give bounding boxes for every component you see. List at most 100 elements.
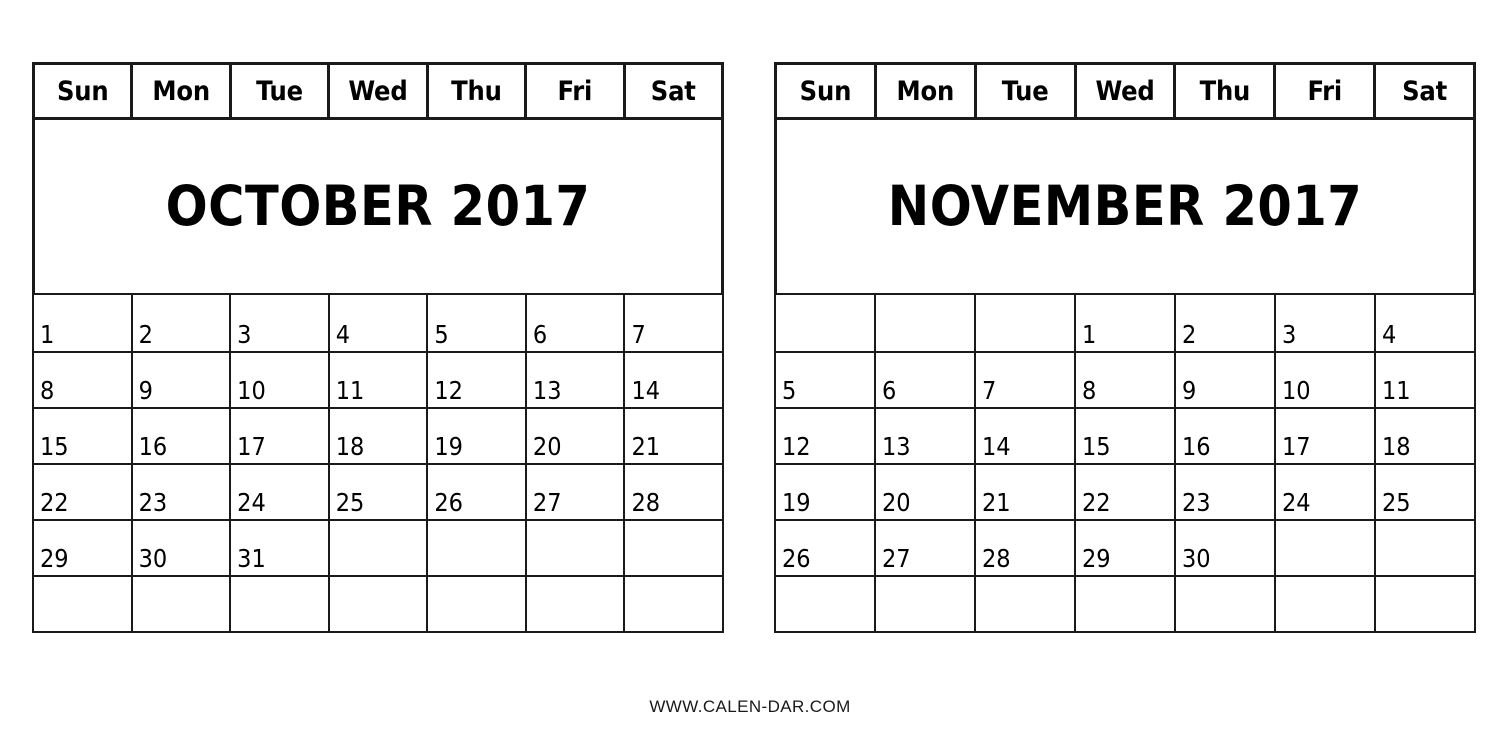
- day-cell[interactable]: [130, 577, 230, 631]
- day-cell[interactable]: 29: [34, 521, 131, 575]
- day-cell[interactable]: [874, 577, 974, 631]
- day-cell[interactable]: 9: [1174, 353, 1274, 407]
- day-cell[interactable]: 4: [327, 295, 427, 351]
- day-cell[interactable]: 1: [34, 295, 131, 351]
- day-cell[interactable]: 4: [1374, 295, 1474, 351]
- day-cell[interactable]: 26: [776, 521, 874, 575]
- day-cell[interactable]: 27: [874, 521, 974, 575]
- day-cell[interactable]: 3: [1274, 295, 1374, 351]
- day-cell[interactable]: [524, 577, 624, 631]
- day-number: 26: [782, 544, 811, 573]
- day-cell[interactable]: 20: [524, 409, 624, 463]
- day-number: 27: [532, 488, 562, 517]
- day-cell[interactable]: 17: [229, 409, 328, 463]
- day-cell[interactable]: 6: [874, 353, 974, 407]
- day-cell[interactable]: [229, 577, 328, 631]
- day-cell[interactable]: 5: [776, 353, 874, 407]
- day-cell[interactable]: [974, 577, 1074, 631]
- weekday-header-mon: Mon: [133, 65, 232, 117]
- day-cell[interactable]: 21: [623, 409, 723, 463]
- day-cell[interactable]: 25: [1374, 465, 1474, 519]
- day-cell[interactable]: 15: [1074, 409, 1174, 463]
- day-cell[interactable]: 14: [623, 353, 723, 407]
- day-number: 7: [631, 320, 646, 349]
- day-number: 22: [40, 488, 69, 517]
- week-row: 5 6 7 8 9 10 11: [776, 351, 1474, 407]
- day-cell[interactable]: 21: [974, 465, 1074, 519]
- day-cell[interactable]: 18: [1374, 409, 1474, 463]
- day-cell[interactable]: [874, 295, 974, 351]
- day-number: 6: [882, 376, 897, 405]
- day-cell[interactable]: 8: [1074, 353, 1174, 407]
- day-cell[interactable]: 10: [229, 353, 328, 407]
- day-cell[interactable]: 22: [1074, 465, 1174, 519]
- day-cell[interactable]: 8: [34, 353, 131, 407]
- day-cell[interactable]: [1074, 577, 1174, 631]
- day-cell[interactable]: 16: [130, 409, 230, 463]
- day-cell[interactable]: 13: [524, 353, 624, 407]
- day-cell[interactable]: 18: [327, 409, 427, 463]
- day-cell[interactable]: [1174, 577, 1274, 631]
- day-cell[interactable]: 20: [874, 465, 974, 519]
- month-title-november: NOVEMBER 2017: [887, 174, 1363, 238]
- week-row: 26 27 28 29 30: [776, 519, 1474, 575]
- day-cell[interactable]: 24: [1274, 465, 1374, 519]
- day-cell[interactable]: [974, 295, 1074, 351]
- day-cell[interactable]: 23: [1174, 465, 1274, 519]
- day-number: 13: [882, 432, 911, 461]
- day-cell[interactable]: 6: [524, 295, 624, 351]
- day-cell[interactable]: [426, 521, 525, 575]
- day-number: 23: [138, 488, 168, 517]
- day-cell[interactable]: 29: [1074, 521, 1174, 575]
- day-cell[interactable]: 28: [974, 521, 1074, 575]
- day-number: 29: [1082, 544, 1111, 573]
- day-cell[interactable]: [1274, 521, 1374, 575]
- day-cell[interactable]: [426, 577, 525, 631]
- day-cell[interactable]: 23: [130, 465, 230, 519]
- day-cell[interactable]: 22: [34, 465, 131, 519]
- day-cell[interactable]: [327, 521, 427, 575]
- day-cell[interactable]: 11: [1374, 353, 1474, 407]
- day-cell[interactable]: 28: [623, 465, 723, 519]
- day-cell[interactable]: 15: [34, 409, 131, 463]
- day-number: 4: [335, 320, 351, 349]
- day-cell[interactable]: [1274, 577, 1374, 631]
- day-cell[interactable]: 24: [229, 465, 328, 519]
- day-cell[interactable]: 19: [776, 465, 874, 519]
- day-cell[interactable]: 5: [426, 295, 525, 351]
- day-cell[interactable]: [327, 577, 427, 631]
- day-cell[interactable]: 16: [1174, 409, 1274, 463]
- day-cell[interactable]: 25: [327, 465, 427, 519]
- day-cell[interactable]: 9: [130, 353, 230, 407]
- day-cell[interactable]: 30: [1174, 521, 1274, 575]
- day-number: 30: [138, 544, 168, 573]
- day-cell[interactable]: 14: [974, 409, 1074, 463]
- day-cell[interactable]: [623, 521, 723, 575]
- day-cell[interactable]: 3: [229, 295, 328, 351]
- day-cell[interactable]: 31: [229, 521, 328, 575]
- day-cell[interactable]: 1: [1074, 295, 1174, 351]
- day-cell[interactable]: [1374, 577, 1474, 631]
- day-cell[interactable]: 13: [874, 409, 974, 463]
- day-cell[interactable]: 19: [426, 409, 525, 463]
- day-cell[interactable]: 12: [776, 409, 874, 463]
- day-cell[interactable]: 30: [130, 521, 230, 575]
- day-cell[interactable]: [623, 577, 723, 631]
- day-cell[interactable]: 10: [1274, 353, 1374, 407]
- day-cell[interactable]: 26: [426, 465, 525, 519]
- day-cell[interactable]: 2: [1174, 295, 1274, 351]
- day-cell[interactable]: [1374, 521, 1474, 575]
- day-cell[interactable]: 17: [1274, 409, 1374, 463]
- day-cell[interactable]: 12: [426, 353, 525, 407]
- day-cell[interactable]: 2: [130, 295, 230, 351]
- day-number: 19: [782, 488, 811, 517]
- day-cell[interactable]: 7: [623, 295, 723, 351]
- day-number: 9: [1182, 376, 1197, 405]
- day-cell[interactable]: [776, 295, 874, 351]
- day-cell[interactable]: [34, 577, 131, 631]
- day-cell[interactable]: 7: [974, 353, 1074, 407]
- day-cell[interactable]: [776, 577, 874, 631]
- day-cell[interactable]: 27: [524, 465, 624, 519]
- day-cell[interactable]: [524, 521, 624, 575]
- day-cell[interactable]: 11: [327, 353, 427, 407]
